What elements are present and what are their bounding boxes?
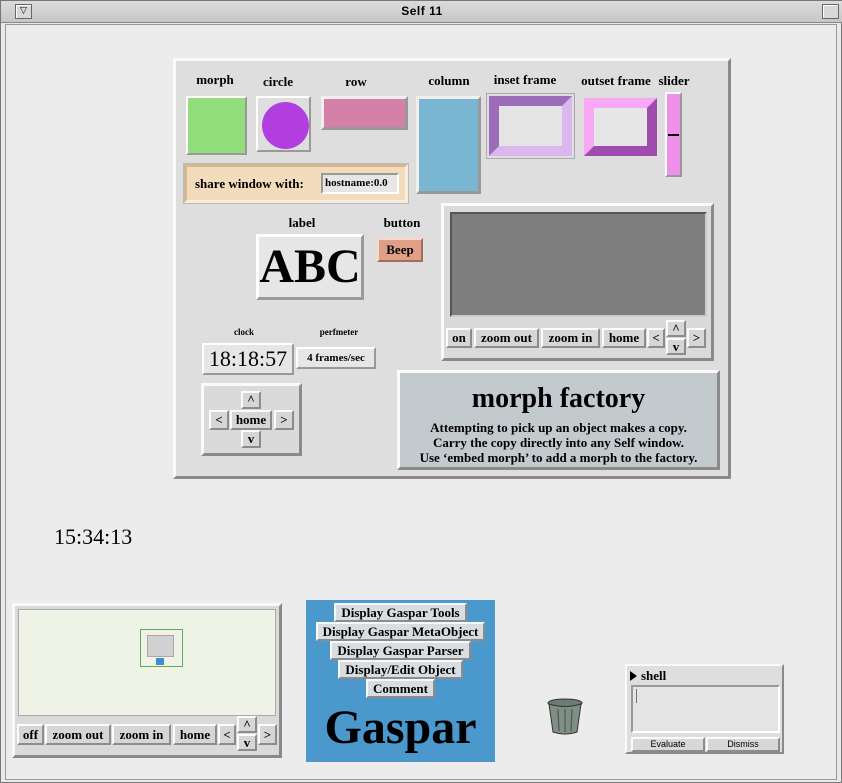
slider-knob[interactable] [668, 134, 679, 136]
radar2-zoom-out-button[interactable]: zoom out [45, 724, 111, 745]
desktop-clock[interactable]: 15:34:13 [54, 524, 132, 550]
morph-sample[interactable] [186, 96, 247, 155]
clock-sample[interactable]: 18:18:57 [202, 343, 294, 375]
perfmeter-caption: perfmeter [319, 327, 359, 337]
factory-info-box: morph factory Attempting to pick up an o… [397, 370, 720, 470]
display-edit-object-button[interactable]: Display/Edit Object [338, 660, 463, 679]
row-label: row [345, 74, 367, 89]
nav-home-button[interactable]: home [230, 410, 272, 430]
nav-down-button[interactable]: v [241, 430, 261, 448]
share-window-row: share window with: hostname:0.0 [184, 164, 408, 203]
world-radar-screen[interactable] [18, 609, 276, 716]
radar-screen[interactable] [450, 212, 707, 317]
perfmeter-sample[interactable]: 4 frames/sec [296, 347, 376, 369]
inset-frame-label: inset frame [493, 72, 557, 87]
window-title: Self 11 [401, 4, 443, 18]
radar-right-button[interactable]: > [687, 328, 706, 348]
radar-zoom-in-button[interactable]: zoom in [541, 328, 600, 348]
share-window-label: share window with: [195, 176, 304, 191]
radar2-zoom-in-button[interactable]: zoom in [112, 724, 171, 745]
radar2-left-button[interactable]: < [218, 724, 236, 745]
label-sample-caption: label [288, 215, 316, 230]
slider-sample[interactable] [665, 92, 682, 177]
radar-factory-thumbnail [147, 635, 174, 657]
window-zoom-icon[interactable] [822, 4, 839, 19]
display-gaspar-tools-button[interactable]: Display Gaspar Tools [334, 603, 467, 622]
nav-right-button[interactable]: > [274, 410, 294, 430]
morph-label: morph [196, 72, 234, 87]
dismiss-button[interactable]: Dismiss [706, 737, 780, 752]
radar2-home-button[interactable]: home [173, 724, 217, 745]
title-bar[interactable]: ▽ Self 11 [1, 1, 842, 23]
circle-shape[interactable] [262, 102, 309, 149]
column-label: column [428, 73, 470, 88]
radar2-down-button[interactable]: v [237, 734, 257, 751]
circle-sample[interactable] [256, 96, 311, 152]
factory-info-line: Carry the copy directly into any Self wi… [432, 435, 685, 450]
radar-up-button[interactable]: ^ [666, 320, 686, 337]
beep-button[interactable]: Beep [377, 238, 423, 262]
factory-info-line: Attempting to pick up an object makes a … [430, 420, 687, 435]
radar2-right-button[interactable]: > [258, 724, 277, 745]
slider-label: slider [658, 73, 690, 88]
radar-viewport-indicator[interactable] [140, 629, 183, 667]
hostname-field[interactable]: hostname:0.0 [321, 173, 399, 194]
row-sample[interactable] [321, 96, 408, 130]
outset-frame-label: outset frame [581, 73, 651, 88]
outset-frame-sample[interactable] [584, 98, 657, 156]
factory-title: morph factory [471, 383, 646, 414]
clock-caption: clock [234, 327, 254, 337]
display-gaspar-parser-button[interactable]: Display Gaspar Parser [330, 641, 471, 660]
label-sample[interactable]: ABC [256, 234, 364, 300]
self-window: ▽ Self 11 morph circle row column inset … [0, 0, 842, 783]
evaluate-button[interactable]: Evaluate [631, 737, 705, 752]
collapse-triangle-icon[interactable] [630, 671, 637, 681]
shell-window[interactable]: shell Evaluate Dismiss [625, 664, 784, 754]
radar-down-button[interactable]: v [666, 338, 686, 355]
shell-input[interactable] [631, 685, 780, 733]
comment-button[interactable]: Comment [366, 679, 435, 698]
gaspar-panel[interactable]: Display Gaspar Tools Display Gaspar Meta… [306, 600, 495, 762]
radar-on-button[interactable]: on [446, 328, 472, 348]
circle-label: circle [262, 74, 294, 89]
trash-can-icon[interactable] [545, 697, 585, 735]
shell-title: shell [641, 668, 667, 683]
display-gaspar-metaobject-button[interactable]: Display Gaspar MetaObject [315, 622, 486, 641]
nav-up-button[interactable]: ^ [241, 391, 261, 409]
text-cursor [636, 689, 637, 703]
radar2-off-button[interactable]: off [17, 724, 44, 745]
inset-frame-sample[interactable] [489, 96, 572, 156]
radar-gaspar-thumbnail [156, 658, 164, 665]
radar-home-button[interactable]: home [602, 328, 646, 348]
column-sample[interactable] [416, 96, 481, 194]
gaspar-title: Gaspar [324, 701, 477, 754]
radar2-up-button[interactable]: ^ [237, 716, 257, 733]
nav-left-button[interactable]: < [209, 410, 229, 430]
button-sample-caption: button [383, 215, 421, 230]
radar-left-button[interactable]: < [647, 328, 665, 348]
factory-info-line: Use ‘embed morph’ to add a morph to the … [419, 450, 698, 465]
radar-zoom-out-button[interactable]: zoom out [474, 328, 539, 348]
